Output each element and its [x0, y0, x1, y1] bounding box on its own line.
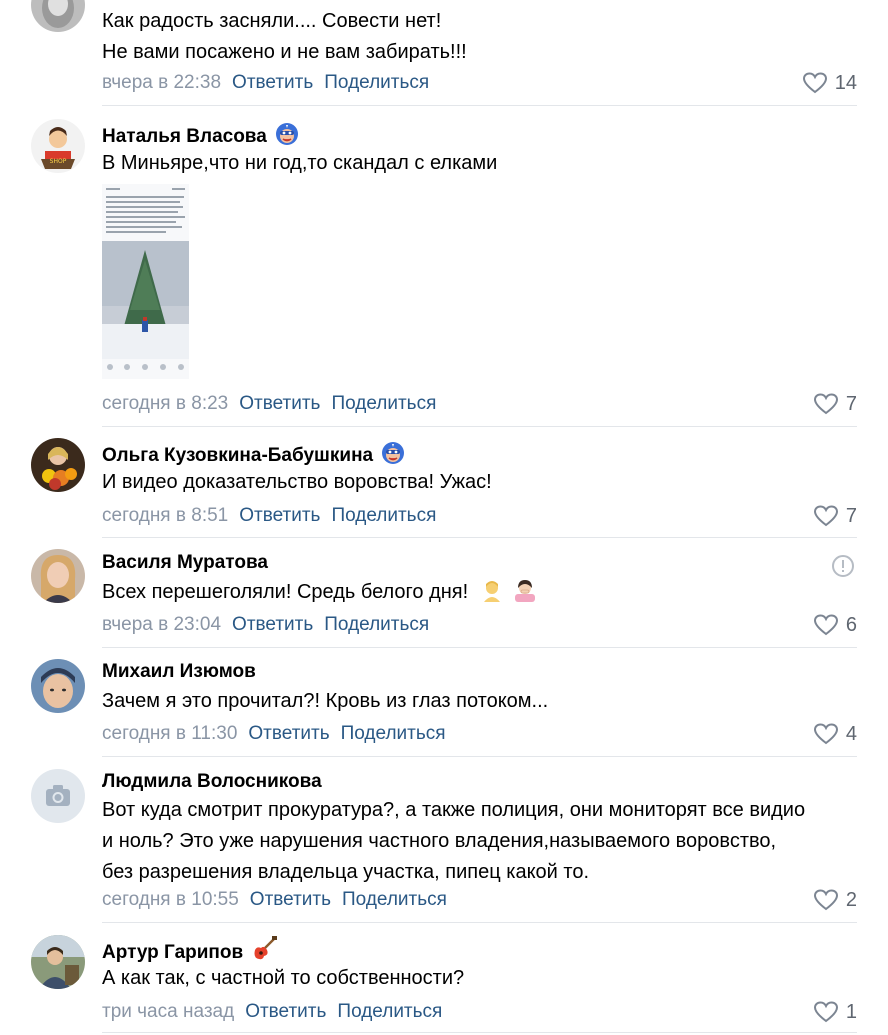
reply-link[interactable]: Ответить [245, 1001, 326, 1022]
reply-link[interactable]: Ответить [248, 723, 329, 744]
comment-text-line: Всех перешеголяли! Средь белого дня! [102, 577, 862, 608]
divider [102, 105, 857, 106]
comment-time[interactable]: три часа назад [102, 1001, 234, 1022]
person-blond-emoji [483, 581, 500, 602]
author-name[interactable]: Василя Муратова [102, 552, 268, 573]
comment-text-line: И видео доказательство воровства! Ужас! [102, 471, 492, 493]
avatar[interactable] [31, 935, 85, 989]
reply-link[interactable]: Ответить [232, 614, 313, 635]
heart-icon [802, 72, 827, 94]
comment-text: Зачем я это прочитал?! Кровь из глаз пот… [102, 686, 862, 717]
comment-meta: сегодня в 10:55 Ответить Поделиться [102, 888, 447, 912]
heart-icon [813, 614, 838, 636]
avatar[interactable] [31, 659, 85, 713]
share-link[interactable]: Поделиться [331, 393, 436, 414]
divider [102, 1032, 857, 1033]
comment-text-line: Как радость засняли.... Совести нет! [102, 10, 442, 32]
comment-meta: вчера в 22:38 Ответить Поделиться [102, 71, 429, 95]
comment-text-line: Зачем я это прочитал?! Кровь из глаз пот… [102, 690, 549, 712]
share-link[interactable]: Поделиться [337, 1001, 442, 1022]
divider [102, 922, 857, 923]
comment-text-line: В Миньяре,что ни год,то скандал с елками [102, 152, 498, 174]
comment-text: Как радость засняли.... Совести нет! Не … [102, 6, 862, 68]
share-link[interactable]: Поделиться [324, 614, 429, 635]
divider [102, 647, 857, 648]
comment-text-line: и ноль? Это уже нарушения частного владе… [102, 830, 777, 852]
like-count: 2 [845, 889, 857, 911]
comment-time[interactable]: сегодня в 8:23 [102, 393, 228, 414]
avatar[interactable] [31, 549, 85, 603]
comment-author[interactable]: Василя Муратова [102, 551, 268, 575]
comment-author[interactable]: Михаил Изюмов [102, 660, 256, 684]
avatar[interactable] [31, 438, 85, 492]
reply-link[interactable]: Ответить [232, 72, 313, 93]
comment-text-line: Не вами посажено и не вам забирать!!! [102, 41, 467, 63]
comment-meta: сегодня в 8:51 Ответить Поделиться [102, 504, 436, 528]
like-count: 1 [845, 1001, 857, 1023]
comment-meta: три часа назад Ответить Поделиться [102, 1000, 442, 1024]
comment-text: А как так, с частной то собственности? [102, 963, 862, 994]
like-count: 6 [845, 614, 857, 636]
author-name[interactable]: Людмила Волосникова [102, 771, 322, 792]
comment-time[interactable]: сегодня в 10:55 [102, 889, 239, 910]
comment-time[interactable]: вчера в 23:04 [102, 614, 221, 635]
share-link[interactable]: Поделиться [331, 505, 436, 526]
like-button[interactable]: 7 [813, 504, 857, 528]
exclamation-circle-icon[interactable] [831, 554, 855, 578]
author-name[interactable]: Михаил Изюмов [102, 661, 256, 682]
comment-text: Вот куда смотрит прокуратура?, а также п… [102, 795, 862, 888]
comment-text: В Миньяре,что ни год,то скандал с елками [102, 148, 862, 179]
comment-text: Всех перешеголяли! Средь белого дня! [102, 577, 862, 608]
divider [102, 537, 857, 538]
like-count: 14 [834, 72, 857, 94]
like-button[interactable]: 14 [802, 71, 857, 95]
like-count: 7 [845, 505, 857, 527]
svg-text:SHOP: SHOP [50, 158, 67, 165]
reply-link[interactable]: Ответить [239, 505, 320, 526]
share-link[interactable]: Поделиться [324, 72, 429, 93]
like-count: 4 [845, 723, 857, 745]
like-button[interactable]: 7 [813, 392, 857, 416]
comment-text-line: без разрешения владельца участка, пипец … [102, 861, 590, 883]
like-button[interactable]: 6 [813, 613, 857, 637]
like-count: 7 [845, 393, 857, 415]
comment-time[interactable]: сегодня в 11:30 [102, 723, 237, 744]
heart-icon [813, 1001, 838, 1023]
share-link[interactable]: Поделиться [341, 723, 446, 744]
comment-meta: сегодня в 8:23 Ответить Поделиться [102, 392, 436, 416]
comment-text-line: А как так, с частной то собственности? [102, 967, 465, 989]
comment-author[interactable]: Людмила Волосникова [102, 770, 322, 794]
divider [102, 426, 857, 427]
author-name[interactable]: Ольга Кузовкина-Бабушкина [102, 445, 373, 466]
author-name[interactable]: Артур Гарипов [102, 942, 243, 963]
comment-time[interactable]: сегодня в 8:51 [102, 505, 228, 526]
heart-icon [813, 393, 838, 415]
comment-text-line: Вот куда смотрит прокуратура?, а также п… [102, 799, 806, 821]
heart-icon [813, 723, 838, 745]
comment-time[interactable]: вчера в 22:38 [102, 72, 221, 93]
divider [102, 756, 857, 757]
like-button[interactable]: 1 [813, 1000, 857, 1024]
author-name[interactable]: Наталья Власова [102, 126, 267, 147]
reply-link[interactable]: Ответить [239, 393, 320, 414]
like-button[interactable]: 2 [813, 888, 857, 912]
heart-icon [813, 889, 838, 911]
comment-meta: вчера в 23:04 Ответить Поделиться [102, 613, 429, 637]
like-button[interactable]: 4 [813, 722, 857, 746]
person-facepalm-emoji [515, 580, 536, 602]
avatar[interactable] [31, 0, 85, 32]
comment-text: И видео доказательство воровства! Ужас! [102, 467, 862, 498]
comment-text-content: Всех перешеголяли! Средь белого дня! [102, 581, 469, 603]
avatar[interactable]: SHOP [31, 119, 85, 173]
comment-meta: сегодня в 11:30 Ответить Поделиться [102, 722, 446, 746]
avatar[interactable] [31, 769, 85, 823]
attached-photo[interactable] [102, 184, 189, 379]
reply-link[interactable]: Ответить [250, 889, 331, 910]
heart-icon [813, 505, 838, 527]
share-link[interactable]: Поделиться [342, 889, 447, 910]
